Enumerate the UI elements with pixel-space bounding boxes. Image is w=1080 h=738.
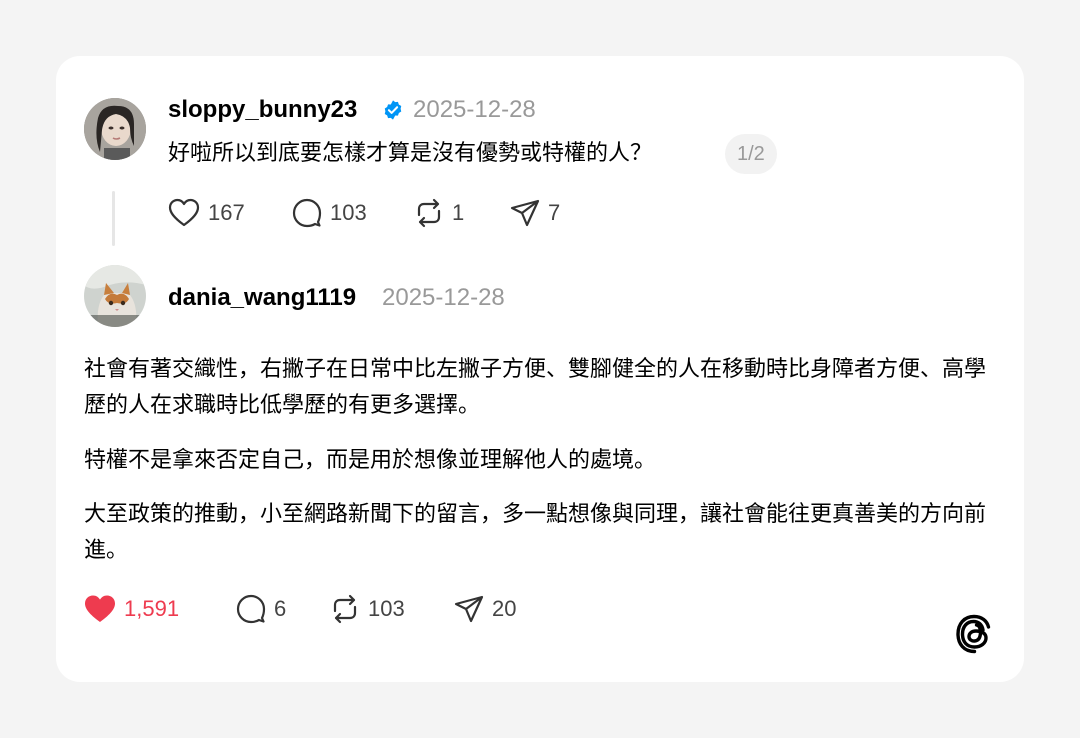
post1-repost-count: 1 bbox=[452, 200, 465, 225]
post2-share-button[interactable]: 20 bbox=[454, 594, 516, 624]
post2-username[interactable]: dania_wang1119 bbox=[168, 284, 356, 312]
post1-comment-count: 103 bbox=[330, 200, 367, 225]
comment-icon bbox=[236, 594, 266, 624]
post2-repost-count: 103 bbox=[368, 596, 405, 621]
post1-username[interactable]: sloppy_bunny23 bbox=[168, 96, 357, 124]
thread-connector-line bbox=[112, 191, 115, 246]
thread-card: sloppy_bunny23 2025-12-28 好啦所以到底要怎樣才算是沒有… bbox=[56, 56, 1024, 682]
avatar-dania-wang1119[interactable] bbox=[84, 265, 146, 327]
verified-icon bbox=[384, 100, 402, 120]
avatar-sloppy-bunny23[interactable] bbox=[84, 98, 146, 160]
post1-text: 好啦所以到底要怎樣才算是沒有優勢或特權的人？ bbox=[168, 140, 653, 165]
post2-repost-button[interactable]: 103 bbox=[330, 594, 405, 624]
post2-date: 2025-12-28 bbox=[382, 284, 505, 311]
share-icon bbox=[510, 199, 540, 227]
post1-share-button[interactable]: 7 bbox=[510, 198, 560, 228]
threads-logo-icon bbox=[956, 614, 991, 654]
repost-icon bbox=[417, 198, 441, 228]
page-indicator: 1/2 bbox=[725, 134, 777, 174]
post1-share-count: 7 bbox=[548, 200, 561, 225]
post2-comment-button[interactable]: 6 bbox=[236, 594, 286, 624]
post1-like-button[interactable]: 167 bbox=[168, 198, 245, 228]
post2-paragraph-1: 社會有著交織性，右撇子在日常中比左撇子方便、雙腳健全的人在移動時比身障者方便、高… bbox=[84, 356, 987, 417]
post2-like-count: 1,591 bbox=[124, 596, 180, 621]
post1-comment-button[interactable]: 103 bbox=[292, 198, 367, 228]
heart-icon bbox=[85, 595, 115, 622]
post2-like-button[interactable]: 1,591 bbox=[84, 594, 179, 624]
share-icon bbox=[454, 595, 484, 623]
heart-icon bbox=[168, 198, 200, 227]
post2-paragraph-2: 特權不是拿來否定自己，而是用於想像並理解他人的處境。 bbox=[84, 447, 657, 472]
post1-date: 2025-12-28 bbox=[413, 96, 536, 123]
repost-icon bbox=[333, 594, 357, 624]
post1-like-count: 167 bbox=[208, 200, 245, 225]
comment-icon bbox=[292, 198, 322, 228]
post1-repost-button[interactable]: 1 bbox=[414, 198, 464, 228]
post2-paragraph-3: 大至政策的推動，小至網路新聞下的留言，多一點想像與同理，讓社會能往更真善美的方向… bbox=[84, 501, 987, 562]
post2-share-count: 20 bbox=[492, 596, 517, 621]
post2-comment-count: 6 bbox=[274, 596, 287, 621]
